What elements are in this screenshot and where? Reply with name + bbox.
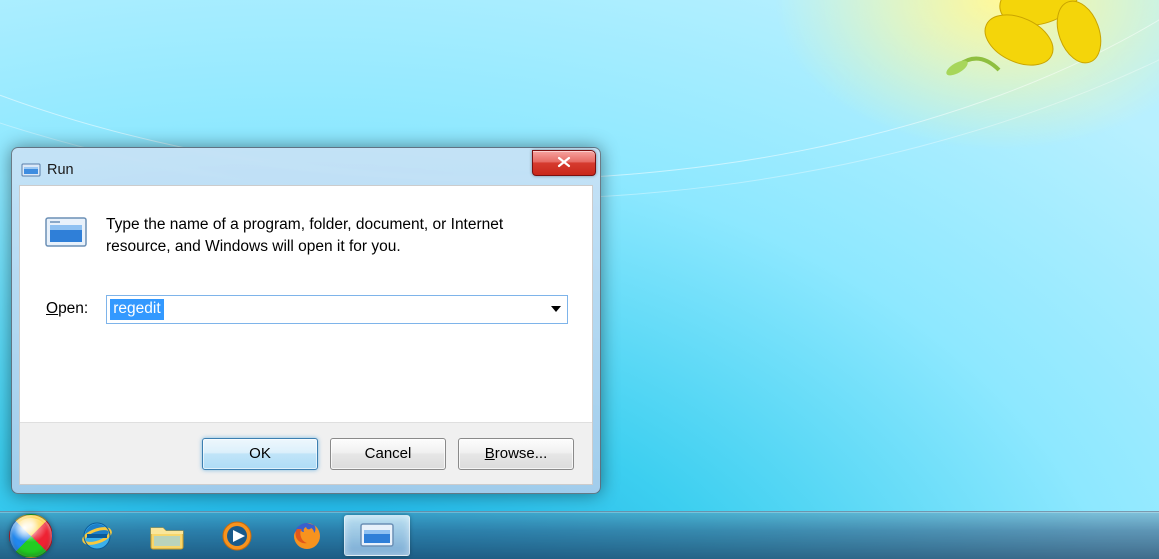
wallpaper-flower (929, 0, 1109, 90)
taskbar (0, 511, 1159, 559)
taskbar-item-media-player[interactable] (204, 515, 270, 556)
run-dialog-window: Run Type the name of a program, folder, … (11, 147, 601, 494)
close-icon (556, 155, 572, 171)
run-icon (21, 162, 41, 178)
run-large-icon (44, 214, 88, 252)
open-label: Open: (46, 300, 88, 318)
ok-button[interactable]: OK (202, 438, 318, 470)
taskbar-item-explorer[interactable] (134, 515, 200, 556)
chevron-down-icon (551, 306, 561, 312)
dropdown-button[interactable] (545, 296, 567, 323)
media-player-icon (218, 519, 256, 553)
folder-icon (148, 519, 186, 553)
start-button[interactable] (0, 512, 62, 559)
firefox-icon (288, 519, 326, 553)
internet-explorer-icon (78, 519, 116, 553)
taskbar-item-ie[interactable] (64, 515, 130, 556)
window-title: Run (47, 162, 74, 178)
cancel-button[interactable]: Cancel (330, 438, 446, 470)
open-combobox[interactable]: regedit (106, 295, 568, 324)
titlebar[interactable]: Run (19, 155, 593, 185)
dialog-client-area: Type the name of a program, folder, docu… (19, 185, 593, 485)
browse-button[interactable]: Browse... (458, 438, 574, 470)
windows-logo-icon (9, 514, 53, 558)
taskbar-item-run[interactable] (344, 515, 410, 556)
open-input[interactable] (107, 296, 545, 323)
open-input-selection: regedit (110, 299, 163, 320)
run-taskbar-icon (358, 519, 396, 553)
dialog-description: Type the name of a program, folder, docu… (106, 214, 568, 259)
close-button[interactable] (532, 150, 596, 176)
dialog-button-row: OK Cancel Browse... (20, 422, 592, 484)
taskbar-item-firefox[interactable] (274, 515, 340, 556)
